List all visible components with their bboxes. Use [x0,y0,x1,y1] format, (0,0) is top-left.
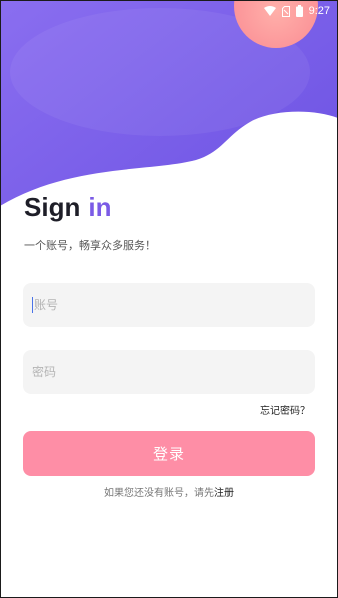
text-cursor [32,297,33,313]
register-link[interactable]: 注册 [214,488,234,499]
login-button[interactable]: 登录 [23,431,315,476]
title-main: Sign [24,192,81,222]
register-prompt-text: 如果您还没有账号，请先 [104,488,214,499]
account-input[interactable] [34,298,294,312]
sign-in-screen: 9:27 Signin 一个账号，畅享众多服务！ 忘记密码？ 登录 如果您还没有… [0,0,338,598]
status-bar: 9:27 [263,0,338,22]
register-prompt: 如果您还没有账号，请先注册 [0,484,338,499]
subtitle: 一个账号，畅享众多服务！ [24,239,156,252]
sim-icon [281,5,290,17]
password-input[interactable] [32,365,292,379]
wifi-icon [263,6,276,16]
status-time: 9:27 [308,5,330,17]
battery-icon [295,5,303,17]
page-title: Sign in [24,190,111,224]
account-field[interactable] [23,283,315,327]
password-field[interactable] [23,350,315,394]
forgot-password-link[interactable]: 忘记密码？ [260,402,310,417]
title-accent: in [88,192,112,222]
